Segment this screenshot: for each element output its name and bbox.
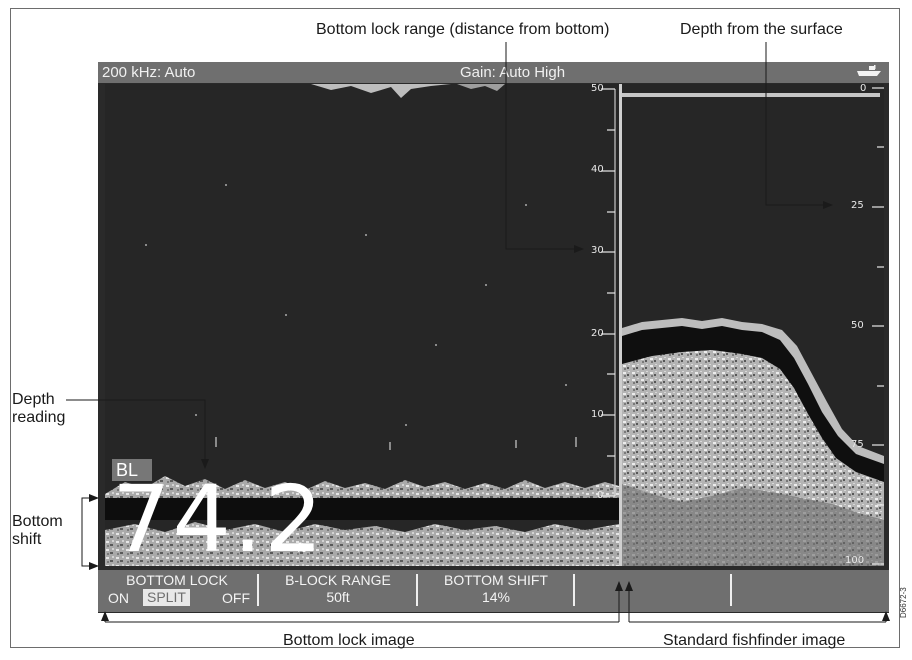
depth-label-75: 75 [851,439,864,450]
annotation-bottom-lock-image: Bottom lock image [283,632,415,649]
empty-softkey-4[interactable] [576,570,730,612]
frequency-label: 200 kHz: Auto [102,64,196,81]
standard-fishfinder-pane [622,84,884,566]
depth-reading-value: 74.2 [112,466,325,573]
block-range-softkey[interactable]: B-LOCK RANGE 50ft [260,570,416,612]
bottom-shift-value: 14% [481,589,511,605]
bottom-lock-option-on[interactable]: ON [108,590,129,606]
block-range-title: B-LOCK RANGE [285,572,391,588]
softkey-separator [730,574,732,606]
annotation-bottom-shift-2: shift [12,531,42,548]
scale-label-40: 40 [591,164,604,175]
scale-label-10: 10 [591,409,604,420]
bottom-lock-softkey[interactable]: BOTTOM LOCK ON SPLIT OFF [98,570,256,612]
bottom-lock-softkey-title: BOTTOM LOCK [126,572,228,588]
block-range-value: 50ft [326,589,350,605]
bottom-lock-option-split[interactable]: SPLIT [143,589,190,606]
depth-label-50: 50 [851,320,864,331]
annotation-depth-reading-2: reading [12,409,66,426]
annotation-depth-reading-1: Depth [12,391,55,408]
depth-label-100: 100 [845,555,865,566]
fishfinder-echo [622,87,884,566]
scale-label-20: 20 [591,328,604,339]
document-code: D6672-3 [899,587,908,618]
annotation-bottom-shift-1: Bottom [12,513,63,530]
annotation-standard-fishfinder-image: Standard fishfinder image [663,632,846,649]
softkey-separator [573,574,575,606]
bottom-shift-softkey[interactable]: BOTTOM SHIFT 14% [419,570,573,612]
scale-label-30: 30 [591,245,604,256]
depth-reading-unit: ft [297,541,306,555]
empty-softkey-5[interactable] [733,570,889,612]
bottom-lock-option-off[interactable]: OFF [222,590,250,606]
boat-icon [857,65,881,76]
annotation-bottom-lock-range: Bottom lock range (distance from bottom) [316,21,610,38]
status-bar: 200 kHz: Auto Gain: Auto High [98,62,889,83]
scale-label-0: 0 [597,490,604,501]
depth-label-25: 25 [851,200,864,211]
annotation-depth-from-surface: Depth from the surface [680,21,843,38]
bottom-shift-title: BOTTOM SHIFT [444,572,548,588]
softkey-separator [416,574,418,606]
depth-label-0: 0 [860,83,867,94]
softkey-bar: BOTTOM LOCK ON SPLIT OFF B-LOCK RANGE 50… [98,570,889,612]
softkey-separator [257,574,259,606]
gain-label: Gain: Auto High [460,64,566,81]
scale-label-50: 50 [591,83,604,94]
